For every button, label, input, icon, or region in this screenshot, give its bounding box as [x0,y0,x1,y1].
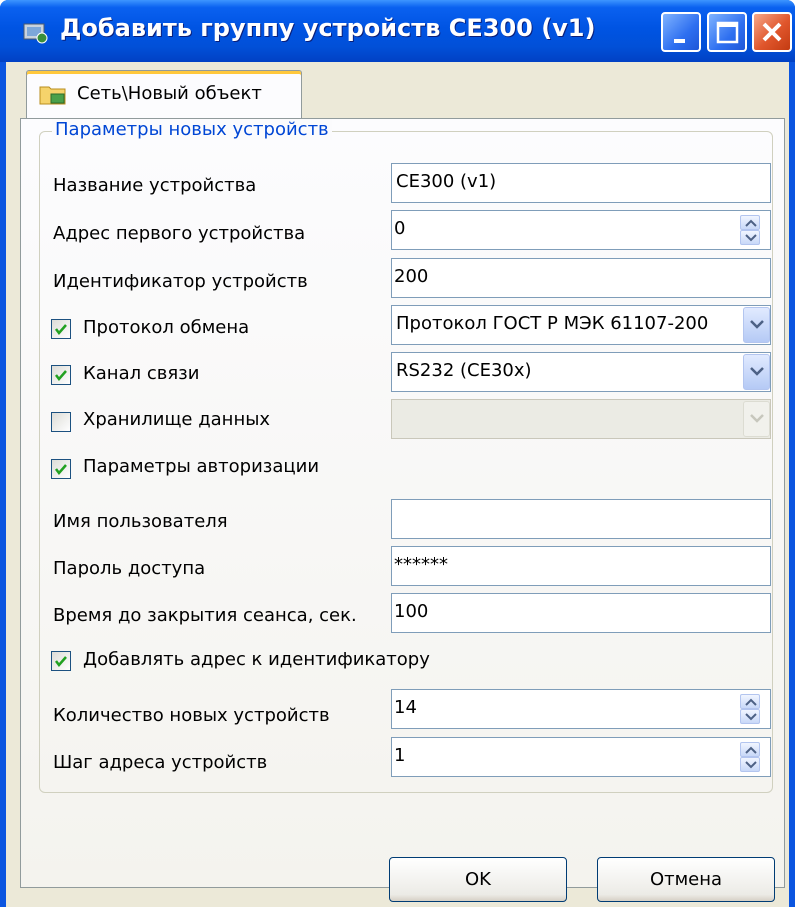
title-bar[interactable]: Добавить группу устройств CE300 (v1) [0,0,795,62]
address-step-spinner[interactable] [740,742,760,772]
address-step-label: Шаг адреса устройств [53,752,268,773]
username-input[interactable] [391,499,771,539]
session-timeout-label: Время до закрытия сеанса, сек. [53,605,357,626]
device-group-icon [23,23,48,44]
tab-network-new-object[interactable]: Сеть\Новый объект [26,70,302,120]
device-id-input[interactable]: 200 [391,258,771,298]
check-icon [55,464,67,475]
device-name-label: Название устройства [53,175,257,196]
chevron-down-icon [750,367,764,376]
storage-select [391,399,771,439]
storage-dropdown-button [743,401,770,437]
auth-checkbox[interactable] [51,459,71,479]
address-step-input[interactable]: 1 [391,737,771,777]
chevron-down-icon [750,320,764,329]
maximize-button[interactable] [707,12,747,52]
device-count-spinner[interactable] [740,694,760,724]
username-label: Имя пользователя [53,511,228,532]
storage-label: Хранилище данных [83,409,271,430]
spin-up-button[interactable] [740,694,760,709]
dialog-client-area: Сеть\Новый объект Параметры новых устрой… [6,62,789,907]
tab-strip: Сеть\Новый объект [6,62,789,120]
session-timeout-input[interactable]: 100 [391,593,771,633]
first-address-label: Адрес первого устройства [53,223,306,244]
first-address-input[interactable]: 0 [391,210,771,250]
protocol-dropdown-button[interactable] [743,307,770,343]
chevron-down-icon [745,761,757,769]
password-label: Пароль доступа [53,558,206,579]
channel-dropdown-button[interactable] [743,354,770,390]
chevron-up-icon [745,219,757,227]
maximize-icon [716,21,739,44]
channel-select[interactable]: RS232 (CE30x) [391,352,771,392]
protocol-select[interactable]: Протокол ГОСТ Р МЭК 61107-200 [391,305,771,345]
folder-network-icon [39,86,66,105]
device-name-input[interactable]: CE300 (v1) [391,163,771,203]
chevron-down-icon [745,234,757,242]
spin-up-button[interactable] [740,742,760,757]
group-title: Параметры новых устройств [52,119,332,140]
tab-panel: Параметры новых устройств Название устро… [20,118,785,888]
chevron-up-icon [745,698,757,706]
append-address-label: Добавлять адрес к идентификатору [83,649,430,670]
channel-checkbox[interactable] [51,365,71,385]
cancel-button[interactable]: Отмена [597,857,775,902]
first-address-spinner[interactable] [740,215,760,245]
close-button[interactable] [752,12,792,52]
device-id-label: Идентификатор устройств [53,271,308,292]
tab-label: Сеть\Новый объект [77,83,262,104]
chevron-up-icon [745,746,757,754]
window-title: Добавить группу устройств CE300 (v1) [60,14,596,42]
auth-label: Параметры авторизации [83,456,320,477]
check-icon [55,324,67,335]
spin-down-button[interactable] [740,757,760,772]
append-address-checkbox[interactable] [51,651,71,671]
storage-checkbox[interactable] [51,412,71,432]
device-count-label: Количество новых устройств [53,705,330,726]
ok-button[interactable]: OK [389,857,567,902]
chevron-down-icon [745,713,757,721]
protocol-label: Протокол обмена [83,317,250,338]
spin-up-button[interactable] [740,215,760,230]
check-icon [55,656,67,667]
minimize-button[interactable] [661,12,701,52]
close-icon [762,22,782,42]
check-icon [55,370,67,381]
password-input[interactable]: ****** [391,546,771,586]
protocol-checkbox[interactable] [51,319,71,339]
minimize-icon [674,39,685,43]
device-count-input[interactable]: 14 [391,689,771,729]
dialog-window: Добавить группу устройств CE300 (v1) Сет… [0,0,795,907]
channel-label: Канал связи [83,363,200,384]
spin-down-button[interactable] [740,709,760,724]
chevron-down-icon [750,414,764,423]
spin-down-button[interactable] [740,230,760,245]
